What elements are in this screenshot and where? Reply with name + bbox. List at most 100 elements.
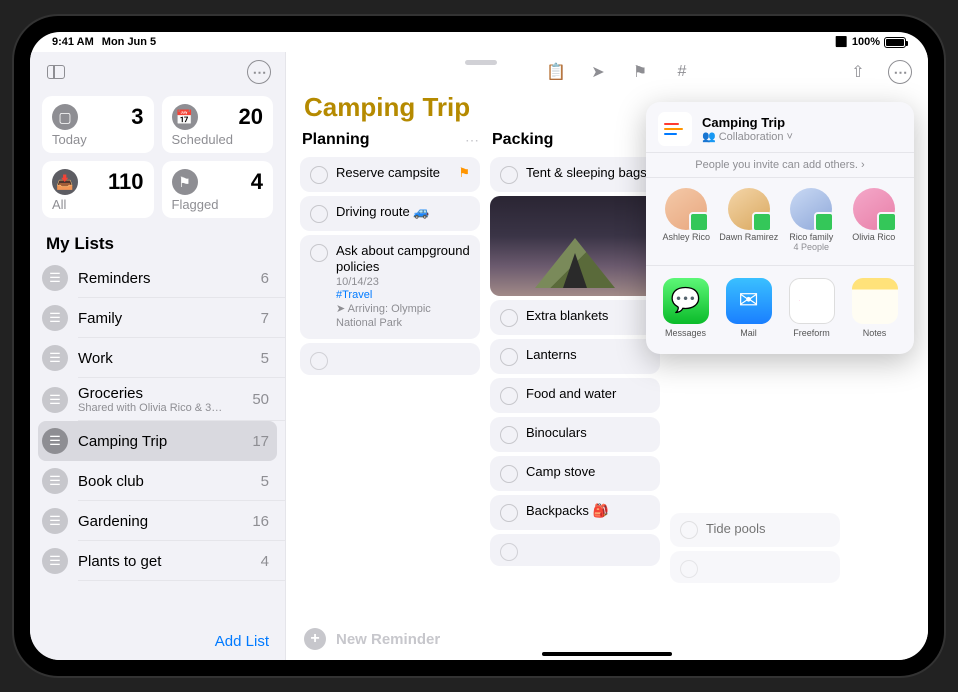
checkbox[interactable]	[310, 352, 328, 370]
avatar	[665, 188, 707, 230]
checkbox[interactable]	[680, 560, 698, 578]
reminder-card[interactable]: Backpacks 🎒	[490, 495, 660, 530]
list-icon: ☰	[42, 345, 68, 371]
reminder-location: ➤ Arriving: Olympic National Park	[336, 303, 470, 331]
reminder-text: Food and water	[526, 386, 650, 405]
share-contact[interactable]: Dawn Ramirez	[719, 188, 780, 253]
flag-button[interactable]: ⚑	[626, 58, 654, 86]
new-reminder-label[interactable]: New Reminder	[336, 631, 440, 648]
flag-icon: ⚑	[458, 165, 470, 184]
checkbox[interactable]	[500, 309, 518, 327]
sidebar: ⋯ ▢3 Today 📅20 Scheduled 📥110 All ⚑4 Fla…	[30, 52, 286, 660]
checkbox[interactable]	[500, 387, 518, 405]
column-planning: Planning⋯ Reserve campsite ⚑ Driving rou…	[300, 127, 480, 618]
share-app-mail[interactable]: ✉︎ Mail	[719, 278, 778, 338]
list-count: 6	[261, 270, 269, 287]
app-name: Mail	[719, 328, 778, 338]
list-icon: ☰	[42, 305, 68, 331]
list-row-family[interactable]: ☰ Family 7	[30, 298, 285, 338]
reminder-card[interactable]: Binoculars	[490, 417, 660, 452]
template-button[interactable]: 📋	[542, 58, 570, 86]
reminder-card[interactable]: Food and water	[490, 378, 660, 413]
list-row-gardening[interactable]: ☰ Gardening 16	[30, 501, 285, 541]
reminder-card[interactable]: Camp stove	[490, 456, 660, 491]
checkbox[interactable]	[310, 166, 328, 184]
home-indicator[interactable]	[542, 652, 672, 656]
share-contact[interactable]: Rico family 4 People	[781, 188, 842, 253]
list-name: Family	[78, 310, 251, 327]
smart-today[interactable]: ▢3 Today	[42, 96, 154, 153]
list-row-work[interactable]: ☰ Work 5	[30, 338, 285, 378]
screen: 9:41 AM Mon Jun 5 100% ⋯ ▢3 Today 📅20	[30, 32, 928, 660]
tag-button[interactable]: #	[668, 58, 696, 86]
checkbox[interactable]	[500, 426, 518, 444]
sidebar-more-button[interactable]: ⋯	[245, 58, 273, 86]
reminder-card[interactable]: Lanterns	[490, 339, 660, 374]
list-name: GroceriesShared with Olivia Rico & 3…	[78, 385, 242, 414]
checkbox[interactable]	[500, 543, 518, 561]
status-bar: 9:41 AM Mon Jun 5 100%	[30, 32, 928, 52]
new-reminder-button[interactable]: +	[304, 628, 326, 650]
reminder-text: Reserve campsite	[336, 165, 450, 184]
reminder-card[interactable]: Tent & sleeping bags	[490, 157, 660, 192]
checkbox[interactable]	[310, 205, 328, 223]
list-row-groceries[interactable]: ☰ GroceriesShared with Olivia Rico & 3… …	[30, 378, 285, 421]
share-button[interactable]: ⇧	[844, 58, 872, 86]
smart-flagged[interactable]: ⚑4 Flagged	[162, 161, 274, 218]
checkbox[interactable]	[310, 244, 328, 262]
list-name: Plants to get	[78, 553, 251, 570]
share-contact[interactable]: Olivia Rico	[844, 188, 905, 253]
list-icon: ☰	[42, 468, 68, 494]
share-invite-row[interactable]: People you invite can add others.	[646, 153, 914, 178]
empty-reminder[interactable]	[670, 551, 840, 583]
reminder-card[interactable]: Extra blankets	[490, 300, 660, 335]
location-button[interactable]: ➤	[584, 58, 612, 86]
list-icon: ☰	[42, 428, 68, 454]
list-row-book-club[interactable]: ☰ Book club 5	[30, 461, 285, 501]
share-mode-button[interactable]: 👥 Collaboration ˅	[702, 130, 793, 143]
share-app-freeform[interactable]: Freeform	[782, 278, 841, 338]
contact-sub: 4 People	[781, 243, 842, 253]
avatar	[853, 188, 895, 230]
list-row-plants-to-get[interactable]: ☰ Plants to get 4	[30, 541, 285, 581]
grab-handle-icon[interactable]	[465, 60, 497, 65]
reminder-text: Ask about campground policies	[336, 243, 470, 276]
list-row-reminders[interactable]: ☰ Reminders 6	[30, 258, 285, 298]
app-icon: ✉︎	[726, 278, 772, 324]
share-app-notes[interactable]: Notes	[845, 278, 904, 338]
reminder-tag[interactable]: #Travel	[336, 289, 470, 303]
checkbox[interactable]	[680, 521, 698, 539]
smart-all[interactable]: 📥110 All	[42, 161, 154, 218]
status-date: Mon Jun 5	[102, 36, 156, 48]
more-button[interactable]: ⋯	[886, 58, 914, 86]
column-title: Packing	[490, 127, 555, 153]
contact-name: Dawn Ramirez	[719, 233, 780, 243]
smart-scheduled[interactable]: 📅20 Scheduled	[162, 96, 274, 153]
add-list-button[interactable]: Add List	[30, 623, 285, 660]
checkbox[interactable]	[500, 166, 518, 184]
battery-percent: 100%	[852, 36, 880, 48]
checkbox[interactable]	[500, 504, 518, 522]
empty-reminder[interactable]	[490, 534, 660, 566]
reminder-card[interactable]: Reserve campsite ⚑	[300, 157, 480, 192]
list-name: Camping Trip	[78, 433, 242, 450]
status-time: 9:41 AM	[52, 36, 94, 48]
list-row-camping-trip[interactable]: ☰ Camping Trip 17	[38, 421, 277, 461]
checkbox[interactable]	[500, 465, 518, 483]
ellipsis-icon: ⋯	[888, 60, 912, 84]
checkbox[interactable]	[500, 348, 518, 366]
reminder-text: Lanterns	[526, 347, 650, 366]
contact-name: Ashley Rico	[656, 233, 717, 243]
column-more-button[interactable]: ⋯	[465, 132, 480, 149]
reminder-card[interactable]: Ask about campground policies 10/14/23 #…	[300, 235, 480, 339]
list-name: Work	[78, 350, 251, 367]
list-name: Book club	[78, 473, 251, 490]
sidebar-toggle-button[interactable]	[42, 58, 70, 86]
reminder-card[interactable]: Driving route 🚙	[300, 196, 480, 231]
reminder-card[interactable]: Tide pools	[670, 513, 840, 547]
share-app-messages[interactable]: 💬 Messages	[656, 278, 715, 338]
reminder-image[interactable]	[490, 196, 660, 296]
list-name: Reminders	[78, 270, 251, 287]
share-contact[interactable]: Ashley Rico	[656, 188, 717, 253]
empty-reminder[interactable]	[300, 343, 480, 375]
